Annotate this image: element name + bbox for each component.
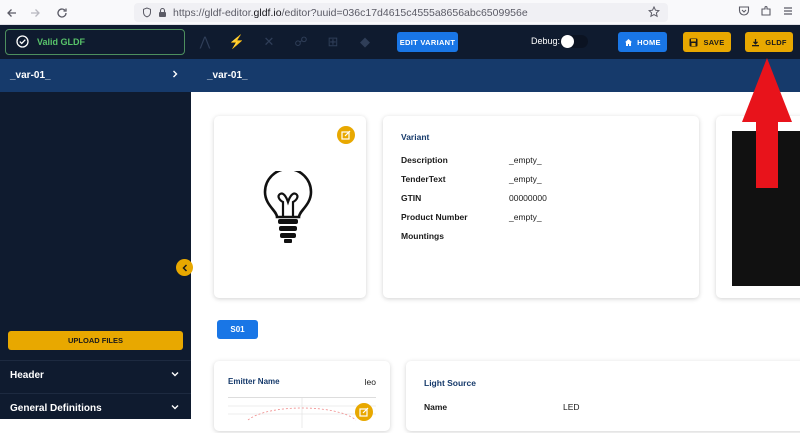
valid-gldf-label: Valid GLDF xyxy=(37,37,86,47)
detail-key: Mountings xyxy=(401,231,444,241)
check-circle-icon xyxy=(16,34,29,50)
wave-icon[interactable]: ⋀ xyxy=(196,34,214,50)
sidebar-section-header[interactable]: Header xyxy=(0,360,191,390)
tool-icon-group: ⋀ ⚡ ✕ ☍ ⊞ ◆ xyxy=(196,34,374,50)
sidebar-item-label: _var-01_ xyxy=(10,70,51,81)
detail-row: Mountings xyxy=(401,231,509,241)
emitter-name-label: Emitter Name xyxy=(228,377,280,386)
menu-icon[interactable] xyxy=(782,4,794,22)
emitter-card: Emitter Name leo xyxy=(214,361,390,431)
back-arrow-icon[interactable] xyxy=(1,2,23,24)
edit-variant-button[interactable]: EDIT VARIANT xyxy=(397,32,458,52)
save-icon xyxy=(689,38,698,47)
home-button[interactable]: HOME xyxy=(618,32,667,52)
light-source-title: Light Source xyxy=(424,378,476,388)
upload-files-button[interactable]: UPLOAD FILES xyxy=(8,331,183,350)
chevron-left-icon xyxy=(181,263,189,272)
app-toolbar: Valid GLDF ⋀ ⚡ ✕ ☍ ⊞ ◆ EDIT VARIANT HOME… xyxy=(0,25,800,59)
tab-s01[interactable]: S01 xyxy=(217,320,258,339)
variant-title: Variant xyxy=(401,132,430,142)
lock-icon[interactable] xyxy=(158,7,167,18)
lightning-icon[interactable]: ⚡ xyxy=(228,34,246,50)
section-label: General Definitions xyxy=(10,403,102,414)
forward-arrow-icon[interactable] xyxy=(24,2,46,24)
address-bar[interactable]: https://gldf-editor.gldf.io/editor?uuid=… xyxy=(134,3,668,22)
detail-row: Description _empty_ xyxy=(401,155,542,165)
save-button[interactable]: SAVE xyxy=(683,32,731,52)
detail-value: _empty_ xyxy=(509,155,542,165)
emitter-name-value: leo xyxy=(364,377,376,387)
detail-key: Product Number xyxy=(401,212,468,222)
detail-key: GTIN xyxy=(401,193,422,203)
home-label: HOME xyxy=(637,37,661,47)
chevron-down-icon xyxy=(171,370,179,381)
detail-row: Product Number _empty_ xyxy=(401,212,542,222)
detail-key: TenderText xyxy=(401,174,446,184)
download-gldf-button[interactable]: GLDF xyxy=(745,32,793,52)
debug-toggle[interactable] xyxy=(560,35,588,48)
variant-details-card: Variant Description _empty_ TenderText _em… xyxy=(383,116,699,298)
toggle-knob xyxy=(561,35,574,48)
detail-value: _empty_ xyxy=(509,174,542,184)
add-box-icon[interactable]: ⊞ xyxy=(324,34,342,50)
extensions-icon[interactable] xyxy=(760,4,772,22)
variant-image-card xyxy=(214,116,366,298)
light-distribution-diagram xyxy=(228,397,376,428)
edit-icon[interactable] xyxy=(355,403,373,421)
shield-icon[interactable] xyxy=(142,7,152,18)
section-label: Header xyxy=(10,370,44,381)
url-text: https://gldf-editor.gldf.io/editor?uuid=… xyxy=(173,6,528,19)
detail-value: 00000000 xyxy=(509,193,547,203)
edit-icon[interactable] xyxy=(337,126,355,144)
browser-toolbar: https://gldf-editor.gldf.io/editor?uuid=… xyxy=(0,0,800,25)
red-arrow-icon xyxy=(740,56,794,195)
sidebar: _var-01_ UPLOAD FILES Header General Def… xyxy=(0,59,191,419)
download-icon xyxy=(751,38,760,47)
sidebar-collapse-button[interactable] xyxy=(176,259,193,276)
valid-gldf-badge[interactable]: Valid GLDF xyxy=(5,29,185,55)
chevron-down-icon xyxy=(171,403,179,414)
sidebar-current-item[interactable]: _var-01_ xyxy=(0,59,191,92)
detail-row: GTIN 00000000 xyxy=(401,193,547,203)
gldf-label: GLDF xyxy=(765,37,787,47)
detail-value: _empty_ xyxy=(509,212,542,222)
light-bulb-icon xyxy=(263,167,313,250)
tag-icon[interactable]: ◆ xyxy=(356,34,374,50)
star-icon[interactable] xyxy=(647,5,661,21)
detail-key: Description xyxy=(401,155,448,165)
tools-icon[interactable]: ✕ xyxy=(260,34,278,50)
light-source-card: Light Source Name LED xyxy=(406,361,800,431)
debug-label: Debug: xyxy=(531,36,561,46)
users-icon[interactable]: ☍ xyxy=(292,34,310,50)
light-source-name-key: Name xyxy=(424,402,448,412)
pocket-icon[interactable] xyxy=(738,4,750,22)
detail-row: TenderText _empty_ xyxy=(401,174,542,184)
reload-icon[interactable] xyxy=(51,2,73,24)
breadcrumb: _var-01_ xyxy=(191,59,800,92)
save-label: SAVE xyxy=(703,37,725,47)
home-icon xyxy=(624,38,633,47)
chevron-right-icon xyxy=(171,70,179,81)
browser-extension-area xyxy=(738,3,794,22)
light-source-name-value: LED xyxy=(563,402,580,412)
